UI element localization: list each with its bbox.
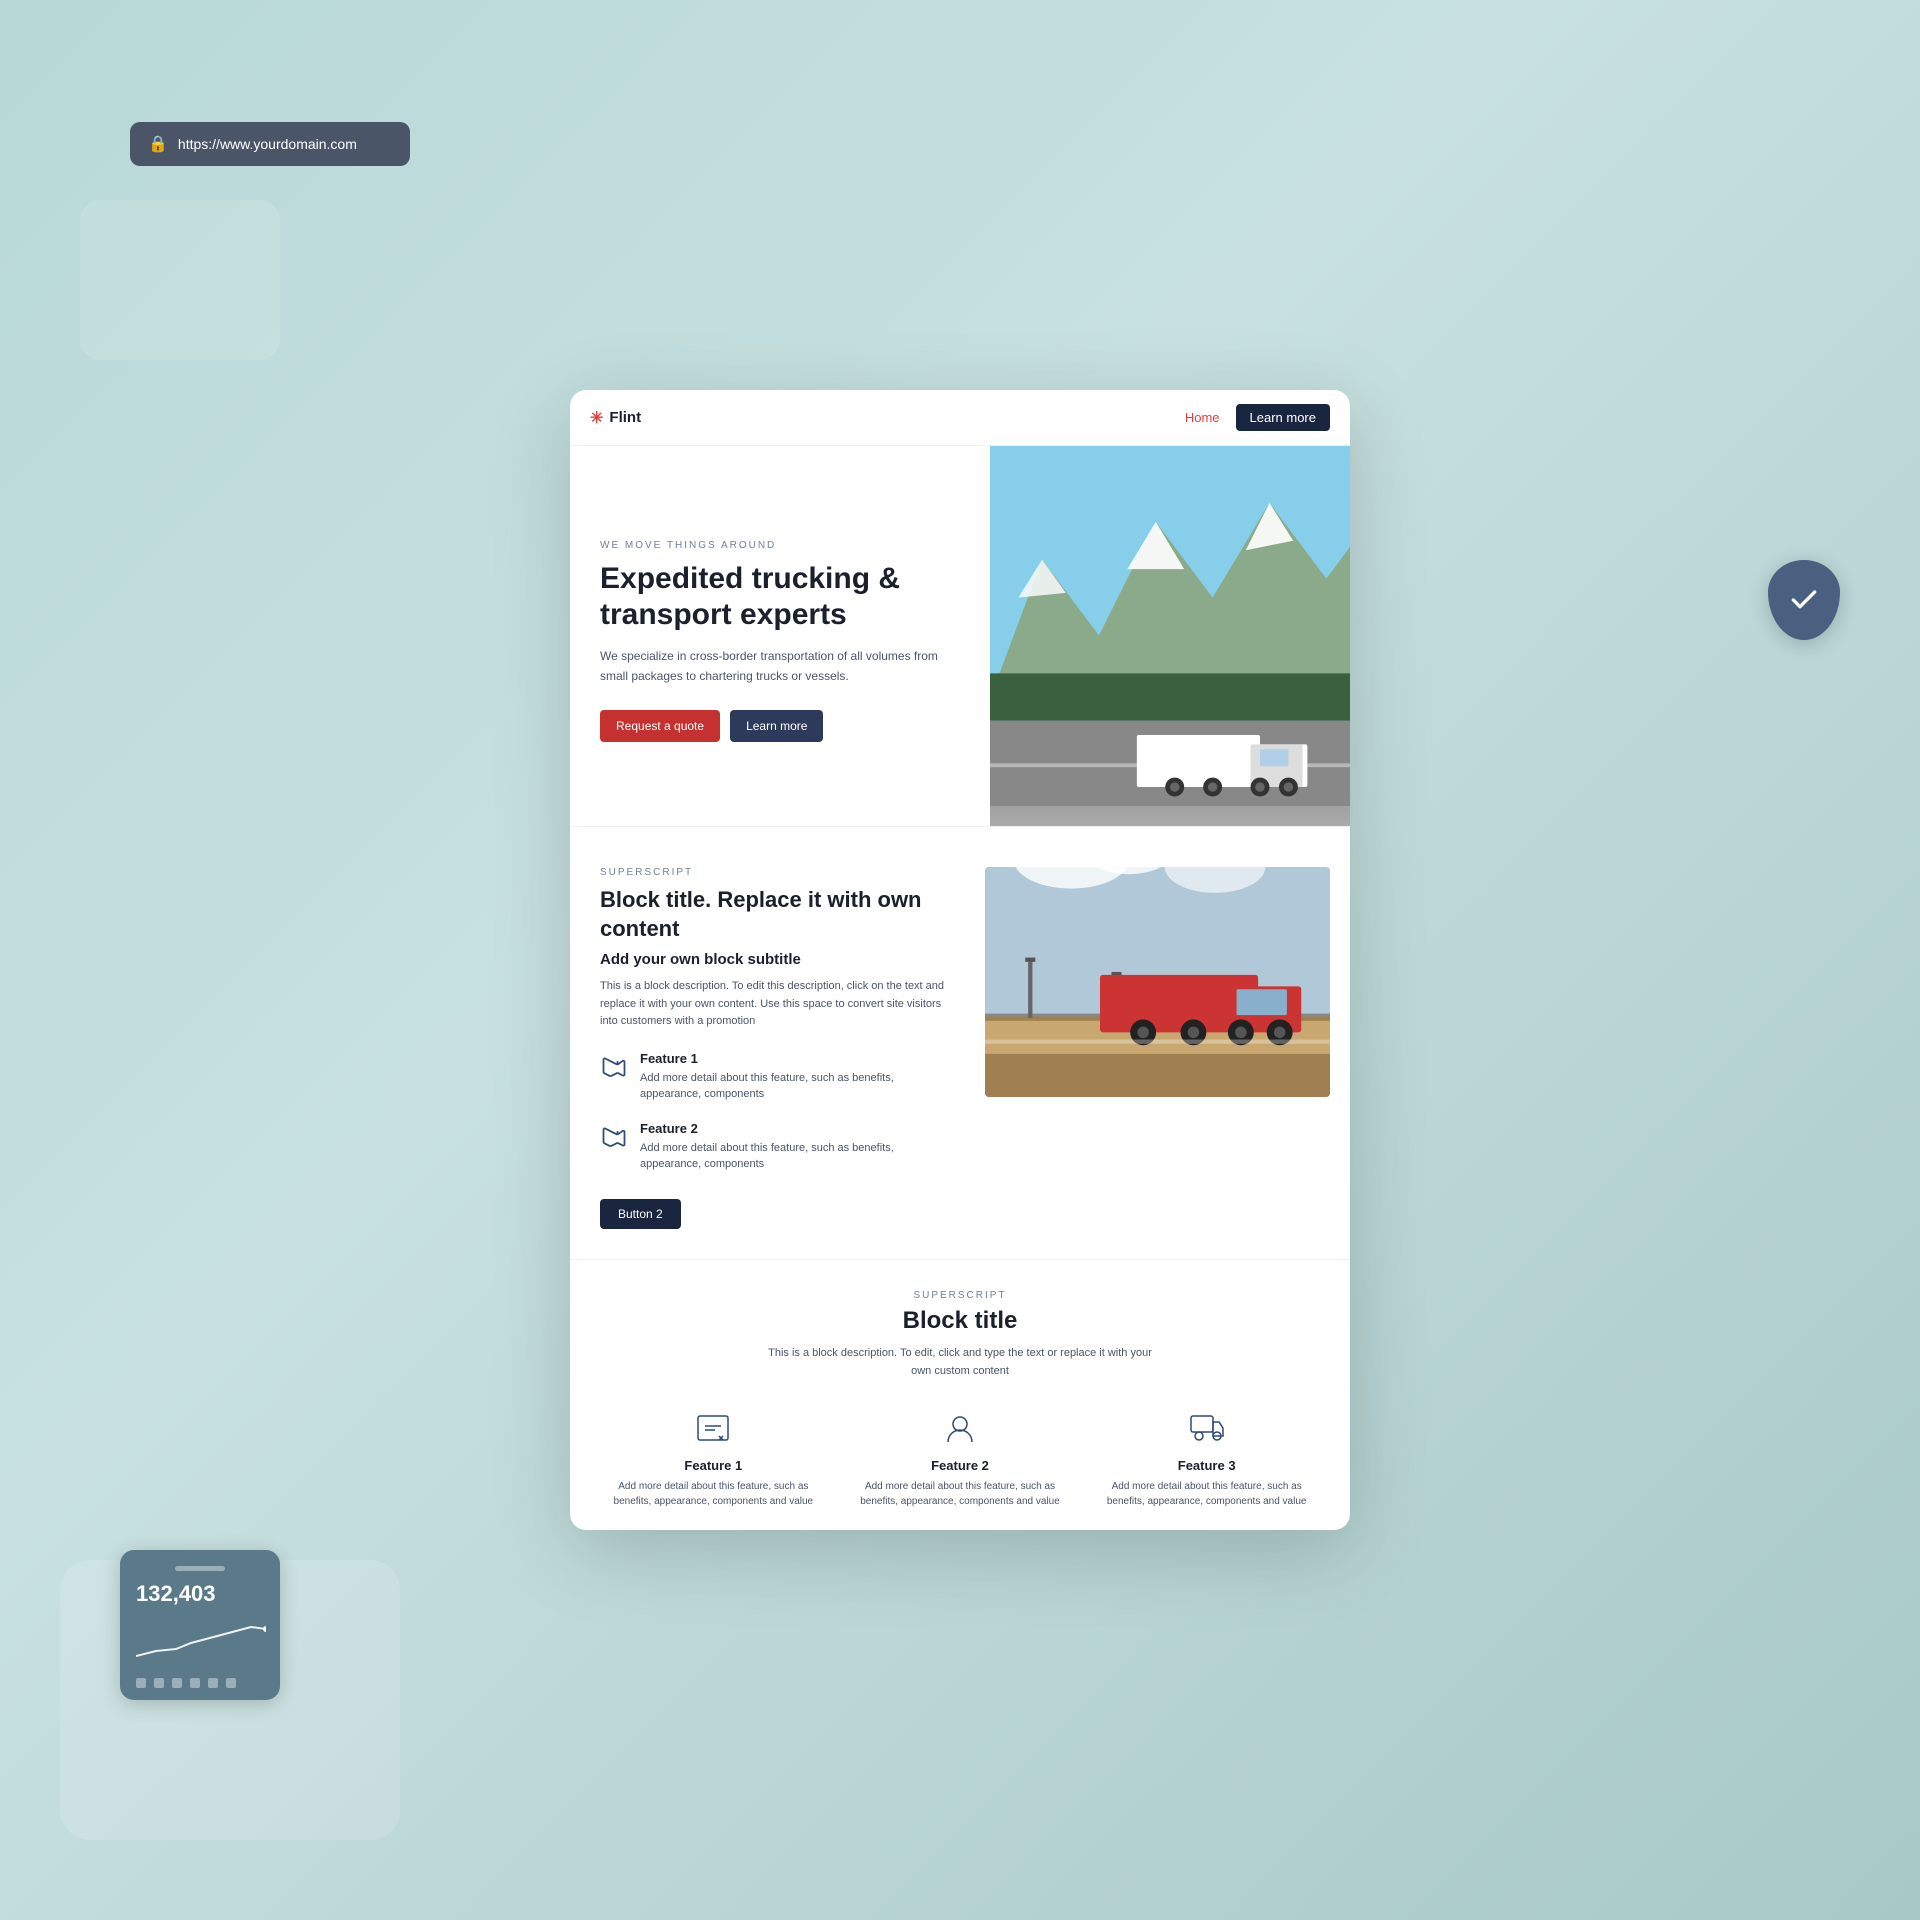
- chart-dots: [136, 1678, 264, 1688]
- hero-title: Expedited trucking & transport experts: [600, 561, 960, 633]
- browser-frame: ✳ Flint Home Learn more WE MOVE THINGS A…: [570, 390, 1350, 1530]
- feature-2-text: Feature 2 Add more detail about this fea…: [640, 1121, 945, 1173]
- feature-scene-svg: [985, 867, 1330, 1097]
- drag-handle: [175, 1566, 225, 1571]
- hero-buttons: Request a quote Learn more: [600, 710, 960, 742]
- grid-feature-3-title: Feature 3: [1093, 1458, 1320, 1473]
- grid-feature-1: Feature 1 Add more detail about this fea…: [600, 1408, 827, 1509]
- feature-item-1: Feature 1 Add more detail about this fea…: [600, 1051, 945, 1103]
- hero-content: WE MOVE THINGS AROUND Expedited trucking…: [570, 446, 990, 826]
- feature-2-icon: [600, 1123, 628, 1151]
- feature-section: SUPERSCRIPT Block title. Replace it with…: [570, 826, 1350, 1259]
- feature-content: SUPERSCRIPT Block title. Replace it with…: [570, 867, 975, 1229]
- feature-2-title: Feature 2: [640, 1121, 945, 1136]
- stats-card: 132,403: [120, 1550, 280, 1700]
- grid-feature-2-icon: [940, 1408, 980, 1448]
- grid-feature-2-title: Feature 2: [847, 1458, 1074, 1473]
- grid-feature-1-title: Feature 1: [600, 1458, 827, 1473]
- hero-learn-more-button[interactable]: Learn more: [730, 710, 823, 742]
- feature-2-desc: Add more detail about this feature, such…: [640, 1140, 945, 1173]
- site-nav: ✳ Flint Home Learn more: [570, 390, 1350, 446]
- features-grid: Feature 1 Add more detail about this fea…: [600, 1408, 1320, 1509]
- request-quote-button[interactable]: Request a quote: [600, 710, 720, 742]
- feature-image-placeholder: [985, 867, 1330, 1097]
- hero-image: [990, 446, 1350, 826]
- bottom-title: Block title: [600, 1307, 1320, 1335]
- url-bar[interactable]: 🔒 https://www.yourdomain.com: [130, 122, 410, 166]
- grid-feature-1-desc: Add more detail about this feature, such…: [600, 1479, 827, 1509]
- hero-superscript: WE MOVE THINGS AROUND: [600, 540, 960, 551]
- bottom-description: This is a block description. To edit, cl…: [760, 1345, 1160, 1380]
- block-subtitle: Add your own block subtitle: [600, 951, 945, 968]
- hero-description: We specialize in cross-border transporta…: [600, 647, 960, 685]
- grid-feature-3-icon: [1187, 1408, 1227, 1448]
- logo-text: Flint: [609, 409, 641, 426]
- bottom-section: SUPERSCRIPT Block title This is a block …: [570, 1259, 1350, 1529]
- chart-svg: [136, 1621, 266, 1661]
- hero-section: WE MOVE THINGS AROUND Expedited trucking…: [570, 446, 1350, 826]
- nav-links: Home Learn more: [1185, 404, 1330, 431]
- grid-feature-1-icon: [693, 1408, 733, 1448]
- shield-badge: [1768, 560, 1840, 640]
- hero-scene-svg: [990, 446, 1350, 806]
- grid-feature-3: Feature 3 Add more detail about this fea…: [1093, 1408, 1320, 1509]
- block-description: This is a block description. To edit thi…: [600, 978, 945, 1031]
- button-2[interactable]: Button 2: [600, 1199, 681, 1229]
- feature-1-icon: [600, 1053, 628, 1081]
- feature-item-2: Feature 2 Add more detail about this fea…: [600, 1121, 945, 1173]
- grid-feature-2-desc: Add more detail about this feature, such…: [847, 1479, 1074, 1509]
- nav-learn-more-button[interactable]: Learn more: [1236, 404, 1330, 431]
- bottom-superscript: SUPERSCRIPT: [600, 1290, 1320, 1301]
- block-superscript: SUPERSCRIPT: [600, 867, 945, 878]
- stat-number: 132,403: [136, 1581, 264, 1607]
- hero-image-placeholder: [990, 446, 1350, 826]
- lock-icon: 🔒: [148, 134, 168, 154]
- url-text: https://www.yourdomain.com: [178, 136, 357, 152]
- grid-feature-3-desc: Add more detail about this feature, such…: [1093, 1479, 1320, 1509]
- site-logo: ✳ Flint: [590, 408, 641, 428]
- feature-1-title: Feature 1: [640, 1051, 945, 1066]
- bg-shape-2: [80, 200, 280, 360]
- logo-icon: ✳: [590, 408, 603, 428]
- feature-image: [975, 867, 1350, 1229]
- feature-1-text: Feature 1 Add more detail about this fea…: [640, 1051, 945, 1103]
- nav-home-link[interactable]: Home: [1185, 410, 1220, 425]
- block-title: Block title. Replace it with own content: [600, 886, 945, 943]
- feature-1-desc: Add more detail about this feature, such…: [640, 1070, 945, 1103]
- grid-feature-2: Feature 2 Add more detail about this fea…: [847, 1408, 1074, 1509]
